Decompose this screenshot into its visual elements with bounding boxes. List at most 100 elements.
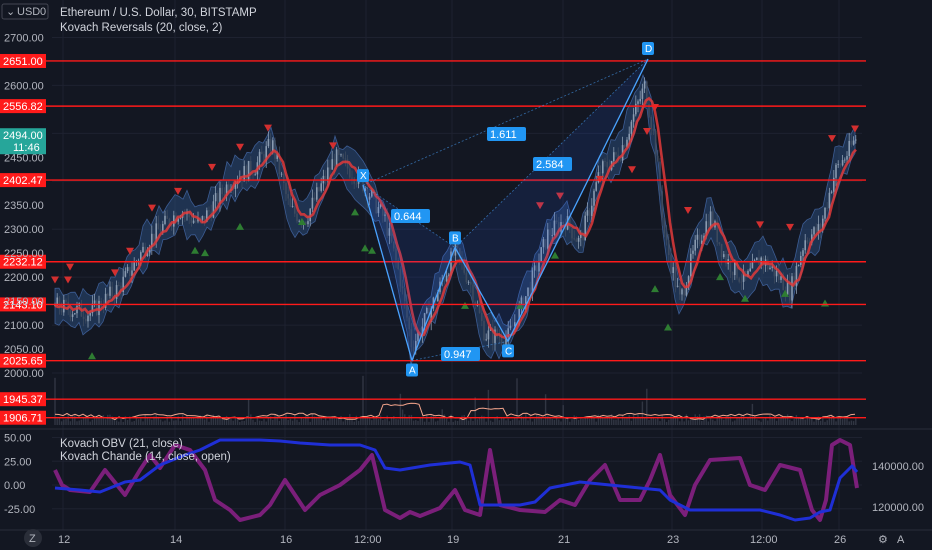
price-axis-tick: 2250.00 xyxy=(4,248,44,260)
symbol-title[interactable]: Ethereum / U.S. Dollar, 30, BITSTAMP xyxy=(60,7,257,19)
volume-bar xyxy=(736,417,738,425)
volume-bar xyxy=(309,421,311,425)
indicator-legend-obv[interactable]: Kovach OBV (21, close) xyxy=(60,438,183,450)
level-price-label: 1945.37 xyxy=(3,394,43,406)
volume-bar xyxy=(683,421,685,425)
volume-bar xyxy=(577,419,580,425)
volume-bar xyxy=(850,420,853,425)
candle-body xyxy=(252,174,254,176)
volume-bar xyxy=(476,419,479,425)
volume-bar xyxy=(707,421,710,425)
volume-bar xyxy=(122,421,124,425)
candle-body xyxy=(577,237,580,242)
candle-body xyxy=(791,276,793,301)
timezone-button[interactable]: Z xyxy=(24,529,42,547)
chart-canvas[interactable]: 2651.002556.822402.472232.122143.102025.… xyxy=(0,0,932,550)
candle-body xyxy=(313,197,316,200)
volume-bar xyxy=(338,417,340,425)
candle-body xyxy=(245,166,248,182)
volume-bar xyxy=(619,420,622,425)
price-axis-tick: 2300.00 xyxy=(4,224,44,236)
volume-bar xyxy=(60,421,63,425)
volume-bar xyxy=(635,418,637,425)
volume-bar xyxy=(841,419,844,425)
candle-body xyxy=(65,299,67,302)
candle-body xyxy=(311,197,314,209)
volume-bar xyxy=(311,414,314,425)
candle-body xyxy=(806,240,809,243)
volume-bar xyxy=(316,417,318,425)
indicator-legend-chande[interactable]: Kovach Chande (14, close, open) xyxy=(60,451,231,463)
volume-bar xyxy=(428,421,430,425)
candle-body xyxy=(327,167,329,180)
volume-bar xyxy=(760,421,762,425)
volume-bar xyxy=(296,419,298,425)
volume-bar xyxy=(628,415,630,425)
gear-icon: ⚙ xyxy=(878,534,888,546)
time-axis-tick: 16 xyxy=(280,534,292,546)
autoscale-button[interactable]: A xyxy=(897,534,905,546)
volume-bar xyxy=(751,403,754,425)
volume-bar xyxy=(417,420,419,425)
indicator-legend-main[interactable]: Kovach Reversals (20, close, 2) xyxy=(60,22,223,34)
candle-body xyxy=(254,174,256,176)
volume-bar xyxy=(69,421,72,425)
volume-bar xyxy=(778,418,780,425)
candle-body xyxy=(740,281,743,283)
volume-bar xyxy=(470,417,472,425)
volume-bar xyxy=(586,417,589,425)
volume-bar xyxy=(749,414,751,425)
price-axis-tick: 2350.00 xyxy=(4,200,44,212)
volume-bar xyxy=(210,417,212,425)
volume-bar xyxy=(232,420,234,425)
volume-bar xyxy=(617,418,619,425)
candle-body xyxy=(815,227,817,233)
volume-bar xyxy=(547,415,549,425)
volume-bar xyxy=(261,421,263,425)
candle-body xyxy=(586,210,589,216)
candle-body xyxy=(846,156,848,160)
volume-bar xyxy=(835,421,837,425)
volume-bar xyxy=(650,418,652,425)
volume-bar xyxy=(604,417,606,425)
volume-bar xyxy=(115,420,118,425)
volume-bar xyxy=(371,420,373,425)
volume-bar xyxy=(681,417,683,425)
candle-body xyxy=(696,234,699,240)
volume-bar xyxy=(56,418,58,425)
candle-body xyxy=(595,182,597,191)
volume-bar xyxy=(142,421,144,425)
volume-bar xyxy=(322,419,325,425)
volume-bar xyxy=(487,389,490,425)
volume-bar xyxy=(500,417,503,425)
volume-bar xyxy=(595,421,597,425)
candle-body xyxy=(835,164,837,178)
candle-body xyxy=(201,216,204,220)
level-price-label: 2651.00 xyxy=(3,56,43,68)
volume-bar xyxy=(195,418,197,425)
candle-body xyxy=(98,300,100,316)
candle-body xyxy=(269,139,272,152)
candle-body xyxy=(749,268,751,272)
level-price-label: 2025.65 xyxy=(3,356,43,368)
candle-body xyxy=(214,193,217,202)
candle-body xyxy=(593,190,595,206)
time-axis-tick: 21 xyxy=(558,534,570,546)
volume-bar xyxy=(637,414,639,425)
volume-bar xyxy=(463,415,465,425)
volume-bar xyxy=(91,419,94,425)
volume-bar xyxy=(351,418,353,425)
volume-bar xyxy=(782,417,784,425)
volume-bar xyxy=(181,414,184,425)
candle-body xyxy=(580,234,582,238)
volume-bar xyxy=(208,421,210,425)
settings-button[interactable]: ⚙ xyxy=(878,534,888,546)
pattern-point-label: C xyxy=(505,346,512,357)
candle-body xyxy=(571,227,573,239)
volume-bar xyxy=(665,421,668,425)
volume-bar xyxy=(382,420,384,425)
price-axis-tick: 2050.00 xyxy=(4,344,44,356)
candle-body xyxy=(285,183,287,194)
volume-bar xyxy=(580,418,582,425)
volume-bar xyxy=(621,414,624,425)
